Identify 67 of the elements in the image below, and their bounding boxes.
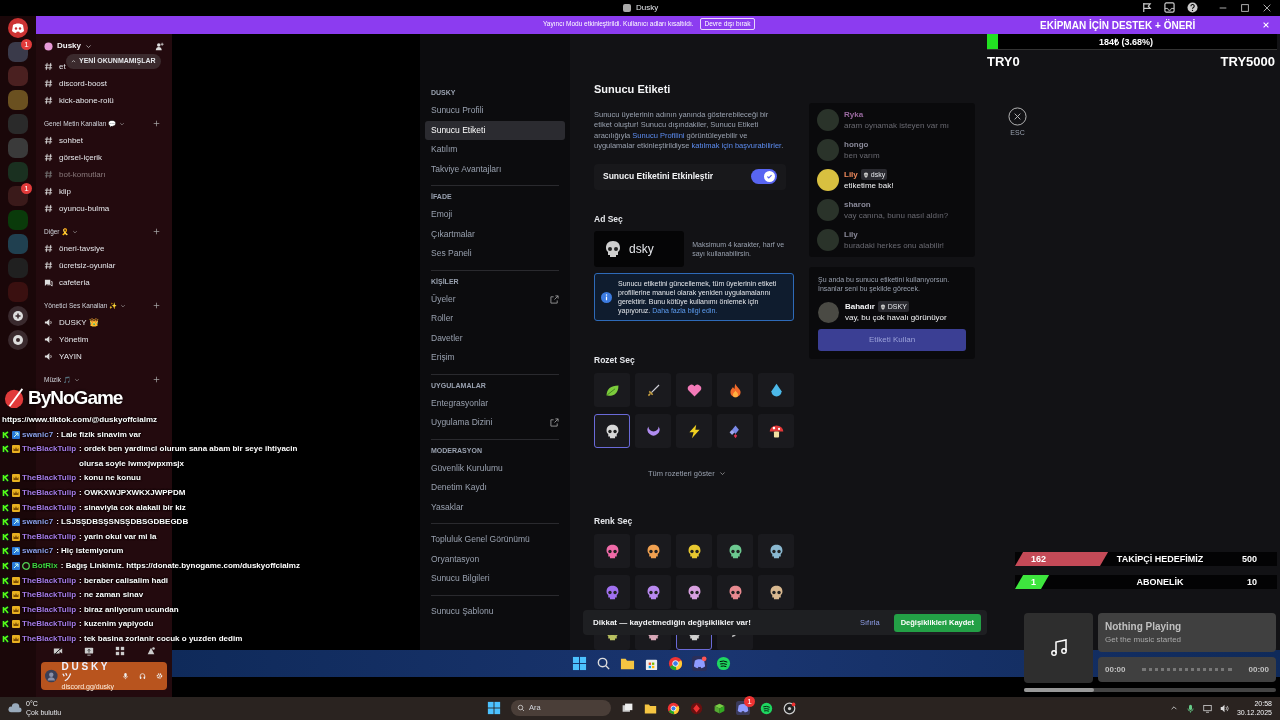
goal-target: 10: [1247, 576, 1257, 589]
notification-badge: 1: [744, 696, 755, 707]
unread-badge: 1: [21, 39, 32, 50]
chat-username: TheBlackTulip: [22, 603, 77, 616]
toggle-label: Sunucu Etiketini Etkinleştir: [603, 170, 714, 183]
overlay-title: EKİPMAN İÇİN DESTEK + ÖNERİ: [1040, 18, 1196, 33]
elapsed-time: 00:00: [1105, 663, 1126, 676]
chat-username: TheBlackTulip: [22, 589, 77, 602]
chat-message: : yarin okul var mi la: [79, 530, 157, 543]
message-text: aram oynamak isteyen var mı: [844, 120, 949, 131]
chat-message: : beraber calisalim hadi: [79, 574, 169, 587]
chat-username: swanic7: [22, 545, 54, 558]
chat-username: BotRix: [32, 559, 58, 572]
goal-current: 162: [1031, 553, 1047, 566]
chat-message: https://www.tiktok.com/@duskyoffcialmz: [2, 414, 158, 426]
message-text: ben varım: [844, 150, 880, 161]
chat-message: : ordek ben yardimci olurum sana abam bir seye ihtiyacin olursa soyle lwmxjwpxmsjx: [79, 443, 299, 470]
message-username: hongo: [844, 139, 869, 150]
chat-username: swanic7: [22, 516, 54, 529]
track-subtitle: Get the music started: [1105, 634, 1183, 646]
message-username: Lily: [844, 169, 858, 180]
section-heading: Renk Seç: [594, 515, 634, 528]
chat-username: swanic7: [22, 428, 54, 441]
message-text: vay canına, bunu nasıl aldın?: [844, 210, 949, 221]
unread-badge: 1: [21, 183, 32, 194]
message-username: Lily: [844, 229, 858, 240]
goal-label: ABONELİK: [1135, 576, 1185, 589]
chat-username: TheBlackTulip: [22, 443, 77, 456]
message-username: Bahadır: [845, 301, 875, 312]
total-time: 00:00: [1248, 663, 1269, 676]
message-text: vay, bu çok havalı görünüyor: [845, 312, 947, 323]
page-title: Sunucu Etiketi: [594, 82, 672, 97]
chat-username: TheBlackTulip: [22, 486, 77, 499]
chat-username: TheBlackTulip: [22, 501, 77, 514]
chat-message: : Bağış Linkimiz. https://donate.bynogame.com/duskyoffcialmz: [60, 559, 300, 572]
warning-text: Dikkat — kaydetmediğin değişiklikler var!: [593, 616, 751, 629]
chat-message: : Hiç istemiyorum: [56, 545, 124, 558]
goal-max: TRY5000: [1220, 53, 1275, 71]
chat-username: TheBlackTulip: [22, 530, 77, 543]
section-heading: Ad Seç: [594, 212, 624, 226]
chat-message: : tek basina zorlanir cocuk o yuzden dedim: [79, 632, 243, 645]
goal-label: TAKİPÇİ HEDEFİMİZ: [1115, 553, 1205, 566]
username: D U S K Y ツ: [61, 662, 109, 682]
chat-username: TheBlackTulip: [22, 632, 77, 645]
chat-message: : konu ne konuu: [79, 472, 141, 485]
chat-username: TheBlackTulip: [22, 574, 77, 587]
chat-message: : biraz anliyorum ucundan: [79, 603, 179, 616]
chat-message: : ne zaman sinav: [79, 589, 144, 602]
chat-message: : Lale fizik sinavim var: [56, 428, 142, 441]
amount-text: 184₺ (3.68%): [1099, 36, 1154, 49]
section-heading: Rozet Seç: [594, 354, 636, 367]
window-title: Dusky: [636, 2, 659, 14]
chat-message: : kuzenim yapiyodu: [79, 618, 154, 631]
track-title: Nothing Playing: [1105, 620, 1183, 634]
message-username: Ryka: [844, 109, 864, 120]
message-text: buradaki herkes onu alabilir!: [844, 240, 945, 251]
chat-username: TheBlackTulip: [22, 618, 77, 631]
chat-message: : OWKXWJPXWKXJWPPDM: [79, 486, 186, 499]
chat-message: : LSJSŞDBSŞSNSŞDBSGDBEGDB: [56, 516, 189, 529]
message-username: sharon: [844, 199, 871, 210]
goal-min: TRY0: [987, 53, 1020, 71]
chat-message: : sinaviyla cok alakali bir kiz: [79, 501, 186, 514]
goal-target: 500: [1241, 553, 1257, 566]
goal-current: 1: [1031, 576, 1036, 589]
message-text: etiketime bak!: [844, 180, 894, 191]
logo-text: ByNoGame: [28, 386, 123, 410]
chat-username: TheBlackTulip: [22, 472, 77, 485]
